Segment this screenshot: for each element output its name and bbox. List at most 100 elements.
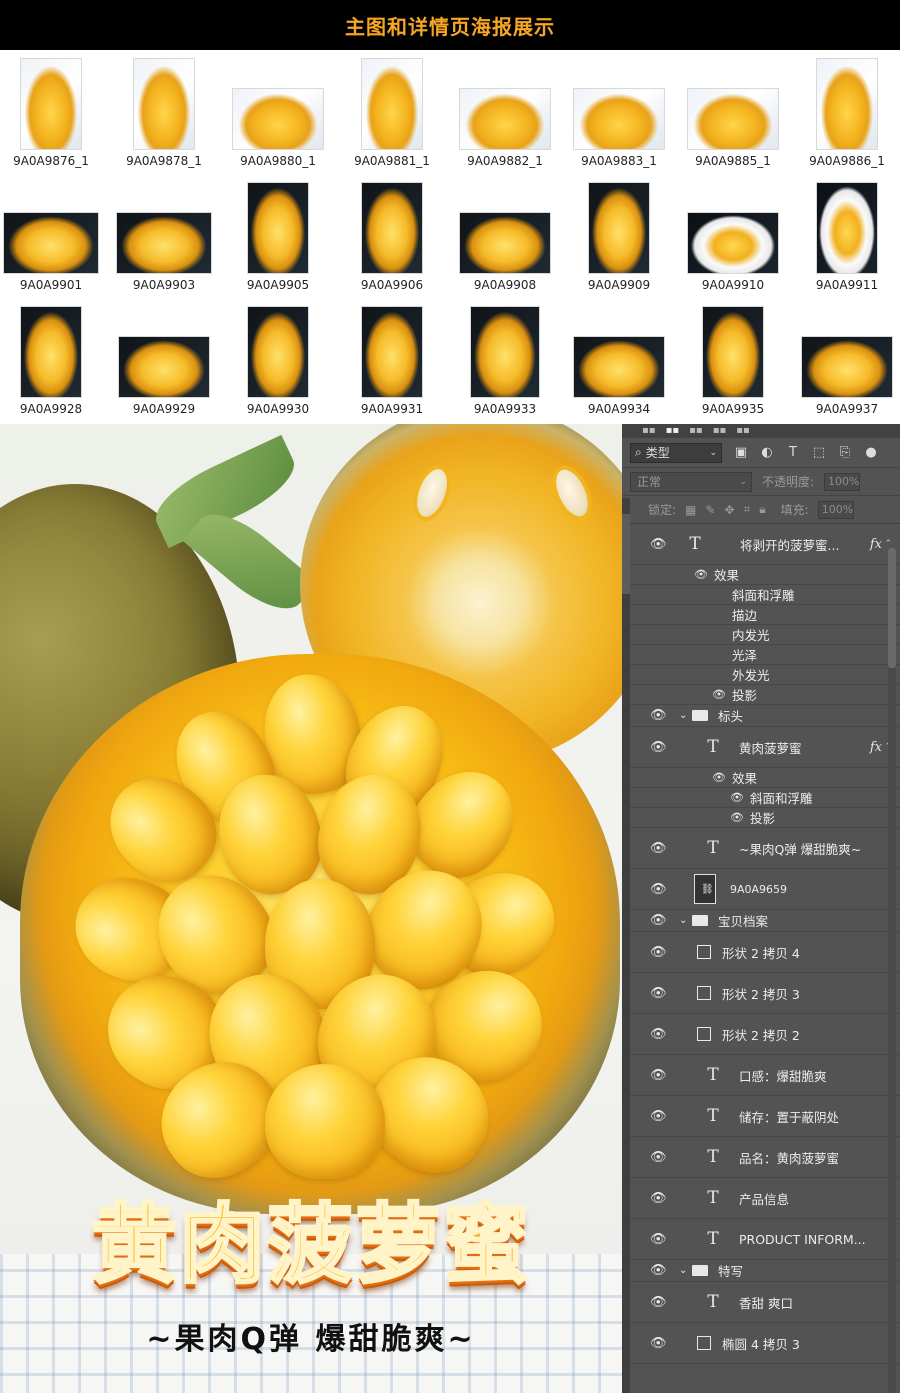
layer-effect-row[interactable]: 外发光: [622, 665, 900, 685]
visibility-eye-icon[interactable]: 👁︎: [650, 1068, 667, 1083]
thumbnail-item[interactable]: 9A0A9905: [221, 174, 335, 298]
layer-row-text[interactable]: 👁︎ T 香甜 爽口: [622, 1282, 900, 1323]
layer-effect-row[interactable]: 👁︎ 投影: [622, 685, 900, 705]
visibility-eye-icon[interactable]: 👁︎: [712, 688, 726, 701]
visibility-eye-icon[interactable]: 👁︎: [650, 537, 667, 552]
visibility-eye-icon[interactable]: 👁︎: [650, 913, 667, 928]
layer-row-text[interactable]: 👁︎ T ~果肉Q弹 爆甜脆爽~: [622, 828, 900, 869]
thumbnail-item[interactable]: 9A0A9881_1: [335, 50, 449, 174]
layer-effect-row[interactable]: 👁︎ 效果: [622, 768, 900, 788]
layer-row-group[interactable]: 👁︎ ⌄ 特写: [622, 1260, 900, 1282]
thumbnail-item[interactable]: 9A0A9882_1: [448, 50, 562, 174]
thumbnail-item[interactable]: 9A0A9880_1: [221, 50, 335, 174]
visibility-eye-icon[interactable]: 👁︎: [650, 1232, 667, 1247]
layer-filter-select[interactable]: ⌕ 类型 ⌄: [630, 442, 722, 463]
layer-effect-row[interactable]: 👁︎ 斜面和浮雕: [622, 788, 900, 808]
layer-effect-row[interactable]: 光泽: [622, 645, 900, 665]
thumbnail-item[interactable]: 9A0A9886_1: [790, 50, 900, 174]
image-filter-icon[interactable]: ▣: [734, 445, 748, 460]
visibility-eye-icon[interactable]: 👁︎: [650, 945, 667, 960]
visibility-eye-icon[interactable]: 👁︎: [650, 740, 667, 755]
panel-left-scroll-thumb[interactable]: [622, 514, 630, 594]
thumbnail-item[interactable]: 9A0A9903: [107, 174, 221, 298]
visibility-eye-icon[interactable]: 👁︎: [650, 1295, 667, 1310]
effects-fx-icon[interactable]: fx: [870, 537, 882, 552]
fill-input[interactable]: 100%: [817, 500, 854, 519]
thumbnail-item[interactable]: 9A0A9876_1: [0, 50, 108, 174]
layer-effect-row[interactable]: 斜面和浮雕: [622, 585, 900, 605]
lock-transparency-icon[interactable]: ▦: [685, 503, 696, 517]
visibility-eye-icon[interactable]: 👁︎: [650, 1336, 667, 1351]
filter-toggle-icon[interactable]: ●: [864, 445, 878, 460]
visibility-eye-icon[interactable]: 👁︎: [694, 568, 708, 581]
thumbnail-item[interactable]: 9A0A9878_1: [107, 50, 221, 174]
lock-artboard-icon[interactable]: ⌗: [744, 502, 751, 517]
visibility-eye-icon[interactable]: 👁︎: [650, 1191, 667, 1206]
layer-row-text[interactable]: 👁︎T黄肉菠萝蜜fx⌃: [622, 727, 900, 768]
thumbnail-item[interactable]: 9A0A9929: [107, 298, 221, 422]
adjustment-filter-icon[interactable]: ◐: [760, 445, 774, 460]
panel-tab-bar[interactable]: ▪▪ ▪▪ ▪▪ ▪▪ ▪▪: [622, 424, 900, 438]
layer-row-text[interactable]: 👁︎ T 储存：置于蔽阴处: [622, 1096, 900, 1137]
thumbnail-item[interactable]: 9A0A9909: [562, 174, 676, 298]
panel-tab[interactable]: ▪▪: [642, 424, 656, 438]
thumbnail-item[interactable]: 9A0A9935: [676, 298, 790, 422]
smart-object-filter-icon[interactable]: ⎘: [838, 445, 852, 460]
thumbnail-item[interactable]: 9A0A9910: [676, 174, 790, 298]
thumbnail-item[interactable]: 9A0A9883_1: [562, 50, 676, 174]
effects-fx-icon[interactable]: fx: [870, 740, 882, 755]
visibility-eye-icon[interactable]: 👁︎: [650, 1109, 667, 1124]
thumbnail-item[interactable]: 9A0A9930: [221, 298, 335, 422]
thumbnail-item[interactable]: 9A0A9901: [0, 174, 108, 298]
thumbnail-item[interactable]: 9A0A9937: [790, 298, 900, 422]
layer-row-text[interactable]: 👁︎ T 口感：爆甜脆爽: [622, 1055, 900, 1096]
visibility-eye-icon[interactable]: 👁︎: [730, 811, 744, 824]
thumbnail-item[interactable]: 9A0A9885_1: [676, 50, 790, 174]
thumbnail-item[interactable]: 9A0A9933: [448, 298, 562, 422]
visibility-eye-icon[interactable]: 👁︎: [650, 841, 667, 856]
visibility-eye-icon[interactable]: 👁︎: [650, 708, 667, 723]
thumbnail-item[interactable]: 9A0A9908: [448, 174, 562, 298]
layer-row-shape[interactable]: 👁︎ 椭圆 4 拷贝 3: [622, 1323, 900, 1364]
thumbnail-item[interactable]: 9A0A9906: [335, 174, 449, 298]
visibility-eye-icon[interactable]: 👁︎: [650, 1263, 667, 1278]
layer-row-text[interactable]: 👁︎ T 将剥开的菠萝蜜... fx ⌃: [622, 524, 900, 565]
panel-tab[interactable]: ▪▪: [713, 424, 727, 438]
layer-row-text[interactable]: 👁︎ T 产品信息: [622, 1178, 900, 1219]
layer-effect-row[interactable]: 内发光: [622, 625, 900, 645]
panel-tab[interactable]: ▪▪: [736, 424, 750, 438]
lock-position-icon[interactable]: ✥: [724, 503, 734, 517]
thumbnail-item[interactable]: 9A0A9911: [790, 174, 900, 298]
thumbnail-item[interactable]: 9A0A9928: [0, 298, 108, 422]
lock-all-icon[interactable]: 🔒︎: [759, 502, 765, 517]
panel-tab-layers[interactable]: ▪▪: [666, 424, 680, 438]
layer-effect-row[interactable]: 👁︎ 投影: [622, 808, 900, 828]
thumbnail-item[interactable]: 9A0A9934: [562, 298, 676, 422]
text-filter-icon[interactable]: T: [786, 445, 800, 460]
visibility-eye-icon[interactable]: 👁︎: [650, 882, 667, 897]
layer-row-smart[interactable]: 👁︎ ⛓︎ 9A0A9659: [622, 869, 900, 910]
panel-tab[interactable]: ▪▪: [689, 424, 703, 438]
visibility-eye-icon[interactable]: 👁︎: [650, 1027, 667, 1042]
visibility-eye-icon[interactable]: 👁︎: [712, 771, 726, 784]
layer-scrollbar[interactable]: [888, 548, 896, 1393]
layer-row-shape[interactable]: 👁︎ 形状 2 拷贝 4: [622, 932, 900, 973]
layer-row-text[interactable]: 👁︎ T 品名：黄肉菠萝蜜: [622, 1137, 900, 1178]
chevron-down-icon[interactable]: ⌄: [679, 915, 687, 926]
opacity-input[interactable]: 100%: [824, 472, 861, 491]
panel-left-scrollbar[interactable]: [622, 498, 630, 1393]
layer-effect-row[interactable]: 👁︎ 效果: [622, 565, 900, 585]
layer-scroll-thumb[interactable]: [888, 548, 896, 668]
visibility-eye-icon[interactable]: 👁︎: [650, 1150, 667, 1165]
visibility-eye-icon[interactable]: 👁︎: [730, 791, 744, 804]
layer-row-group[interactable]: 👁︎ ⌄ 宝贝档案: [622, 910, 900, 932]
chevron-down-icon[interactable]: ⌄: [679, 1265, 687, 1276]
blend-mode-select[interactable]: 正常 ⌄: [630, 471, 752, 492]
layer-row-shape[interactable]: 👁︎ 形状 2 拷贝 3: [622, 973, 900, 1014]
layer-row-text[interactable]: 👁︎ T PRODUCT INFORM...: [622, 1219, 900, 1260]
chevron-down-icon[interactable]: ⌄: [679, 710, 687, 721]
shape-filter-icon[interactable]: ⬚: [812, 445, 826, 460]
layer-row-shape[interactable]: 👁︎ 形状 2 拷贝 2: [622, 1014, 900, 1055]
thumbnail-item[interactable]: 9A0A9931: [335, 298, 449, 422]
layer-row-group[interactable]: 👁︎ ⌄ 标头: [622, 705, 900, 727]
